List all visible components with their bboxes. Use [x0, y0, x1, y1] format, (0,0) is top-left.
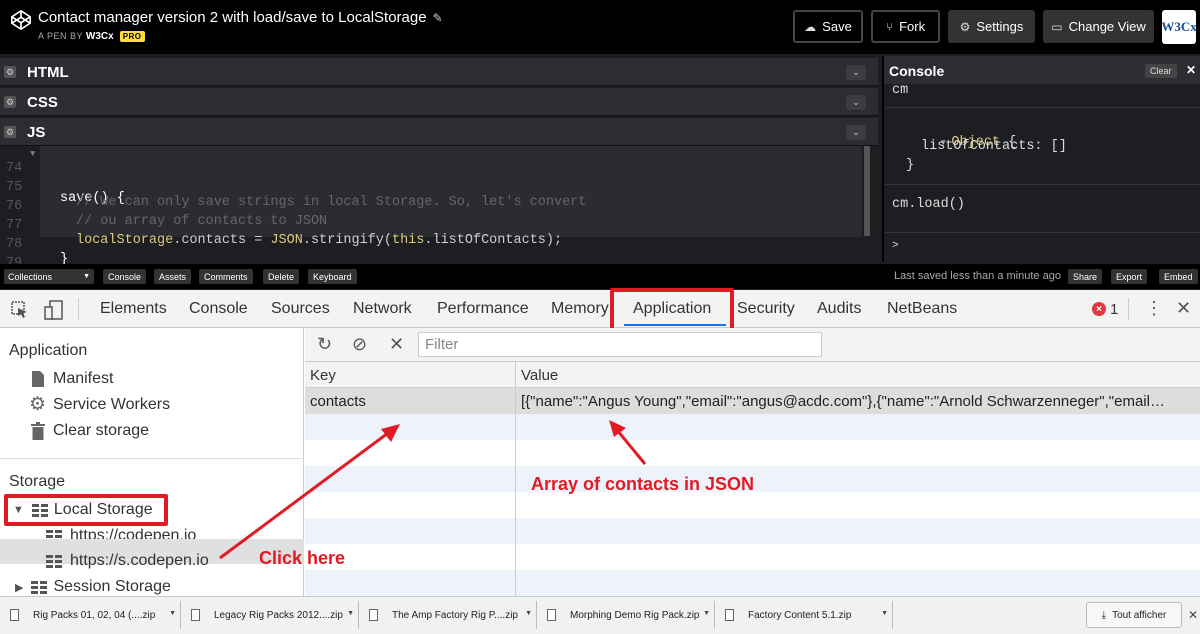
fork-button[interactable]: ⑂ Fork	[871, 10, 940, 43]
download-icon: ⤓	[1101, 609, 1107, 621]
fold-arrow-icon[interactable]: ▼	[30, 149, 35, 159]
annotation-arrows	[219, 420, 647, 560]
code-line: 77 localStorage.contacts = JSON.stringif…	[6, 218, 563, 248]
share-button[interactable]: Share	[1068, 269, 1103, 284]
console-prompt[interactable]: >	[892, 240, 899, 252]
close-icon[interactable]: ✕	[1186, 63, 1196, 77]
console-line: }	[906, 158, 915, 173]
download-item[interactable]: Morphing Demo Rig Pack.zip ▼	[537, 601, 712, 629]
console-panel: Console Clear ✕ cm ▼ Object { listOfCont…	[882, 56, 1200, 262]
chevron-down-icon[interactable]: ▼	[525, 610, 532, 617]
gear-icon[interactable]: ⚙	[4, 66, 16, 78]
last-saved-text: Last saved less than a minute ago	[894, 270, 1061, 282]
download-item[interactable]: Legacy Rig Packs 2012....zip ▼	[181, 601, 356, 629]
file-icon	[191, 609, 200, 621]
console-header: Console Clear ✕	[884, 56, 1200, 84]
file-icon	[725, 609, 734, 621]
divider	[884, 107, 1200, 108]
pen-author: A PEN BY W3Cx PRO	[38, 31, 145, 42]
pro-badge: PRO	[119, 31, 145, 42]
chevron-down-icon[interactable]: ▼	[703, 610, 710, 617]
code-line: 78 }	[6, 237, 69, 267]
divider	[884, 232, 1200, 233]
code-line: 74 ▼ save() {	[6, 149, 125, 206]
export-button[interactable]: Export	[1111, 269, 1148, 284]
js-panel-header[interactable]: ⚙ JS ⌄	[0, 118, 878, 146]
change-view-button[interactable]: ▭ Change View	[1043, 10, 1154, 43]
code-line: 79 }	[0, 241, 868, 286]
devtools: Elements Console Sources Network Perform…	[0, 288, 1200, 596]
assets-button[interactable]: Assets	[154, 269, 192, 284]
delete-button[interactable]: Delete	[263, 269, 300, 284]
chevron-down-icon[interactable]: ⌄	[846, 65, 866, 80]
avatar[interactable]: W3Cx	[1161, 10, 1197, 44]
layout-icon: ▭	[1051, 19, 1063, 34]
chevron-down-icon[interactable]: ⌄	[846, 95, 866, 110]
codepen-logo-icon[interactable]	[10, 9, 32, 31]
js-code-editor[interactable]: 74 ▼ save() { 75 // We can only save str…	[0, 146, 868, 286]
cloud-icon: ☁	[804, 19, 817, 34]
console-line: listOfContacts: []	[921, 139, 1067, 154]
show-all-downloads-button[interactable]: ⤓ Tout afficher	[1086, 602, 1182, 628]
editor-scrollbar[interactable]	[864, 146, 870, 236]
save-button[interactable]: ☁ Save	[793, 10, 863, 43]
downloads-bar: Rig Packs 01, 02, 04 (....zip ▼ Legacy R…	[0, 596, 1200, 634]
divider	[884, 184, 1200, 185]
codepen-header: Contact manager version 2 with load/save…	[0, 0, 1200, 54]
download-item[interactable]: Factory Content 5.1.zip ▼	[715, 601, 890, 629]
edit-pencil-icon[interactable]: ✎	[433, 11, 443, 25]
author-link[interactable]: W3Cx	[86, 31, 114, 42]
file-icon	[369, 609, 378, 621]
embed-button[interactable]: Embed	[1159, 269, 1198, 284]
divider	[892, 601, 893, 629]
file-icon	[547, 609, 556, 621]
console-line: cm	[892, 83, 909, 98]
gear-icon[interactable]: ⚙	[4, 96, 16, 108]
gear-icon[interactable]: ⚙	[4, 126, 16, 138]
download-item[interactable]: Rig Packs 01, 02, 04 (....zip ▼	[0, 601, 178, 629]
gear-icon: ⚙	[959, 19, 971, 34]
chevron-down-icon[interactable]: ⌄	[846, 125, 866, 140]
download-item[interactable]: The Amp Factory Rig P....zip ▼	[359, 601, 534, 629]
screen: Contact manager version 2 with load/save…	[0, 0, 1200, 634]
chevron-down-icon[interactable]: ▼	[347, 610, 354, 617]
keyboard-button[interactable]: Keyboard	[308, 269, 357, 284]
codepen-footer: Collections ▼ Console Assets Comments Del…	[0, 264, 1200, 289]
click-here-annotation: Click here	[259, 548, 346, 568]
close-icon[interactable]: ✕	[1188, 608, 1198, 622]
chevron-down-icon[interactable]: ▼	[881, 610, 888, 617]
file-icon	[10, 609, 19, 621]
clear-button[interactable]: Clear	[1145, 64, 1177, 78]
comments-button[interactable]: Comments	[199, 269, 253, 284]
html-panel-header[interactable]: ⚙ HTML ⌄	[0, 58, 878, 86]
pen-title[interactable]: Contact manager version 2 with load/save…	[38, 9, 443, 26]
fork-icon: ⑂	[885, 19, 894, 34]
settings-button[interactable]: ⚙ Settings	[948, 10, 1035, 43]
css-panel-header[interactable]: ⚙ CSS ⌄	[0, 88, 878, 116]
console-line: cm.load()	[892, 197, 965, 212]
collections-dropdown[interactable]: Collections ▼	[4, 269, 94, 284]
code-line: 75 // We can only save strings in local …	[6, 180, 587, 210]
console-button[interactable]: Console	[103, 269, 147, 284]
json-annotation: Array of contacts in JSON	[531, 474, 755, 494]
code-line: 76 // ou array of contacts to JSON	[6, 199, 328, 229]
dropdown-arrow-icon: ▼	[83, 273, 90, 280]
chevron-down-icon[interactable]: ▼	[169, 610, 176, 617]
